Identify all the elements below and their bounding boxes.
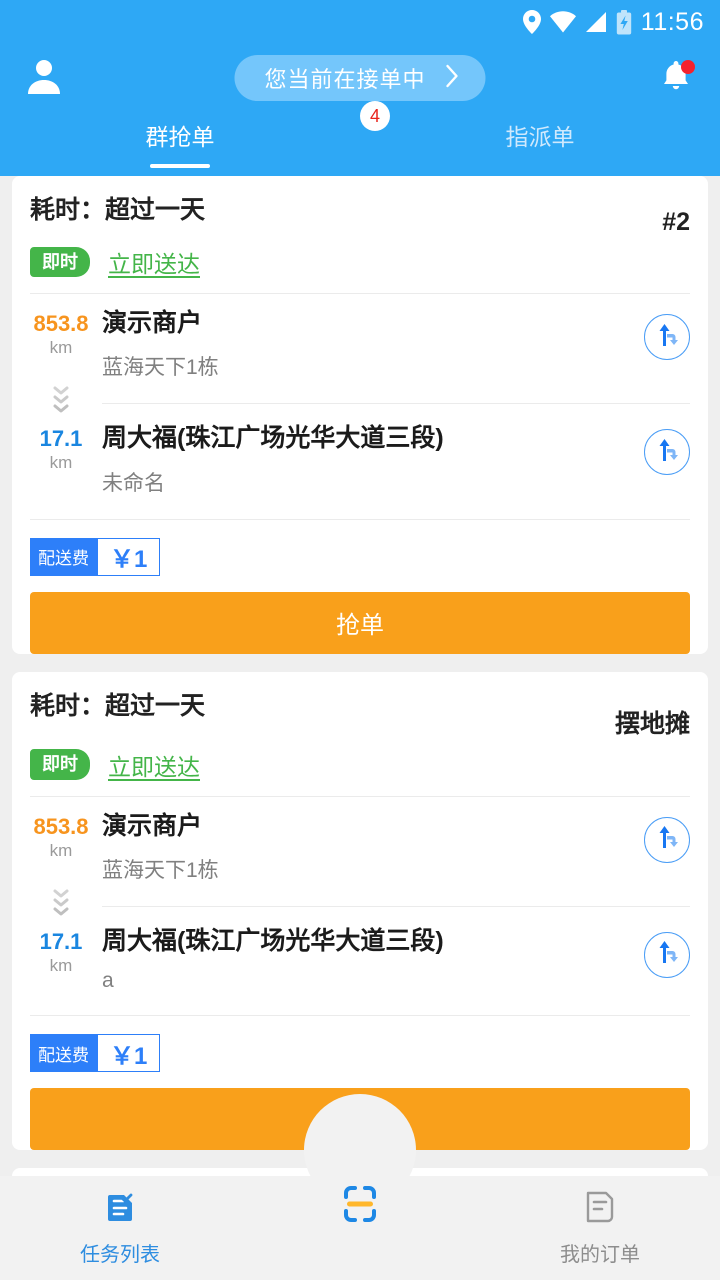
pickup-navigate-button[interactable]	[644, 314, 690, 360]
divider	[102, 403, 690, 405]
dropoff-distance-unit: km	[49, 453, 73, 473]
scan-qr-icon	[332, 1176, 388, 1237]
app-screen: 11:56 您当前在接单中 群抢单 4 指派单 耗时：超过一天 #2 即时 立即…	[0, 0, 720, 1280]
nav-item-my-orders[interactable]: 我的订单	[480, 1176, 720, 1280]
delivery-fee-value: ￥1	[97, 537, 161, 576]
tab-label: 指派单	[505, 124, 575, 150]
delivery-fee-badge: 配送费 ￥1	[30, 537, 161, 576]
dropoff-distance-value: 17.1	[39, 426, 83, 452]
dropoff-distance-value: 17.1	[39, 928, 83, 954]
pickup-navigate-button[interactable]	[644, 816, 690, 863]
order-card[interactable]: 耗时：超过一天 #2 即时 立即送达 853.8 km 演示商户 蓝海天下1栋	[12, 176, 708, 654]
pickup-distance-value: 853.8	[33, 813, 89, 839]
navigation-arrow-icon	[653, 938, 681, 971]
notifications-button[interactable]	[654, 56, 698, 100]
pickup-address: 蓝海天下1栋	[102, 356, 219, 380]
tab-assigned-orders[interactable]: 指派单	[360, 112, 720, 176]
nav-item-label: 我的订单	[560, 1244, 640, 1266]
status-bar: 11:56	[0, 0, 720, 44]
dropoff-address: a	[102, 969, 114, 992]
navigation-arrow-icon	[653, 321, 681, 354]
instant-badge: 即时	[30, 246, 90, 278]
work-status-button[interactable]: 您当前在接单中	[234, 55, 486, 101]
order-duration-title: 耗时：超过一天	[30, 691, 206, 720]
task-list-icon	[102, 1189, 138, 1230]
nav-item-label: 任务列表	[80, 1244, 160, 1266]
dropoff-distance: 17.1 km	[30, 926, 92, 976]
dropoff-address: 未命名	[102, 471, 165, 495]
order-list[interactable]: 耗时：超过一天 #2 即时 立即送达 853.8 km 演示商户 蓝海天下1栋	[0, 176, 720, 1176]
pickup-distance-unit: km	[49, 338, 73, 358]
order-tag: 摆地摊	[614, 709, 690, 738]
cellular-signal-icon	[585, 11, 607, 33]
order-type-tabs: 群抢单 4 指派单	[0, 101, 720, 176]
order-tag: #2	[662, 208, 690, 236]
tab-active-underline	[150, 164, 210, 168]
dropoff-leg: 17.1 km 周大福(珠江广场光华大道三段) a	[30, 920, 690, 993]
dropoff-distance: 17.1 km	[30, 423, 92, 473]
pickup-name: 演示商户	[102, 811, 203, 840]
dropoff-name: 周大福(珠江广场光华大道三段)	[102, 424, 444, 453]
navigation-arrow-icon	[653, 823, 681, 856]
user-avatar-button[interactable]	[22, 56, 66, 100]
nav-item-task-list[interactable]: 任务列表	[0, 1176, 240, 1280]
pickup-distance: 853.8 km	[30, 811, 92, 861]
pickup-info: 演示商户 蓝海天下1栋	[92, 308, 644, 381]
pickup-name: 演示商户	[102, 309, 203, 337]
pickup-distance-value: 853.8	[33, 311, 89, 336]
pickup-address: 蓝海天下1栋	[102, 858, 219, 882]
deliver-now-label: 立即送达	[108, 251, 200, 277]
order-delivery-type-row: 即时 立即送达	[30, 740, 690, 796]
battery-charging-icon	[616, 9, 632, 35]
leg-inner-divider-wrap	[92, 884, 690, 920]
divider	[102, 905, 690, 907]
tab-group-grab-orders[interactable]: 群抢单 4	[0, 101, 390, 176]
instant-badge: 即时	[30, 749, 90, 780]
delivery-fee-value: ￥1	[97, 1034, 161, 1072]
dropoff-distance-unit: km	[49, 955, 73, 975]
leg-connector-row	[30, 884, 690, 920]
scan-button[interactable]	[328, 1174, 392, 1238]
pickup-info: 演示商户 蓝海天下1栋	[92, 811, 644, 884]
route-chevrons-icon	[30, 884, 92, 920]
grab-order-button[interactable]: 抢单	[30, 591, 690, 654]
leg-inner-divider-wrap	[92, 381, 690, 417]
notification-badge-dot	[681, 60, 695, 74]
order-duration-title: 耗时：超过一天	[30, 196, 206, 224]
tab-label: 群抢单	[145, 124, 215, 150]
dropoff-info: 周大福(珠江广场光华大道三段) a	[92, 926, 644, 993]
order-card-header: 耗时：超过一天 摆地摊	[30, 672, 690, 740]
bottom-navigation: 任务列表 我的订单	[0, 1094, 720, 1280]
status-bar-clock: 11:56	[640, 7, 704, 36]
deliver-now-label: 立即送达	[108, 753, 200, 780]
delivery-fee-badge: 配送费 ￥1	[30, 1034, 161, 1072]
pickup-leg: 853.8 km 演示商户 蓝海天下1栋	[30, 294, 690, 381]
dropoff-navigate-button[interactable]	[644, 931, 690, 978]
location-pin-icon	[522, 10, 541, 34]
fee-row: 配送费 ￥1	[30, 520, 690, 576]
chevron-right-icon	[446, 64, 460, 93]
dropoff-info: 周大福(珠江广场光华大道三段) 未命名	[92, 423, 644, 496]
delivery-fee-label: 配送费	[30, 537, 97, 576]
leg-connector-row	[30, 381, 690, 417]
navigation-arrow-icon	[653, 436, 681, 469]
pickup-distance: 853.8 km	[30, 308, 92, 358]
fee-row: 配送费 ￥1	[30, 1016, 690, 1072]
my-orders-icon	[583, 1189, 617, 1230]
order-card[interactable]: 耗时：超过一天 摆地摊 即时 立即送达 853.8 km 演示商户 蓝海天下1栋	[12, 671, 708, 1150]
user-avatar-icon	[24, 56, 64, 101]
route-chevrons-icon	[30, 381, 92, 417]
pickup-leg: 853.8 km 演示商户 蓝海天下1栋	[30, 797, 690, 884]
wifi-icon	[549, 11, 576, 33]
order-card-header: 耗时：超过一天 #2	[30, 176, 690, 237]
delivery-fee-label: 配送费	[30, 1034, 97, 1072]
dropoff-navigate-button[interactable]	[644, 429, 690, 476]
dropoff-name: 周大福(珠江广场光华大道三段)	[102, 926, 444, 955]
order-delivery-type-row: 即时 立即送达	[30, 237, 690, 293]
app-bar: 您当前在接单中	[0, 44, 720, 112]
work-status-label: 您当前在接单中	[264, 67, 426, 92]
pickup-distance-unit: km	[49, 840, 73, 860]
dropoff-leg: 17.1 km 周大福(珠江广场光华大道三段) 未命名	[30, 417, 690, 496]
